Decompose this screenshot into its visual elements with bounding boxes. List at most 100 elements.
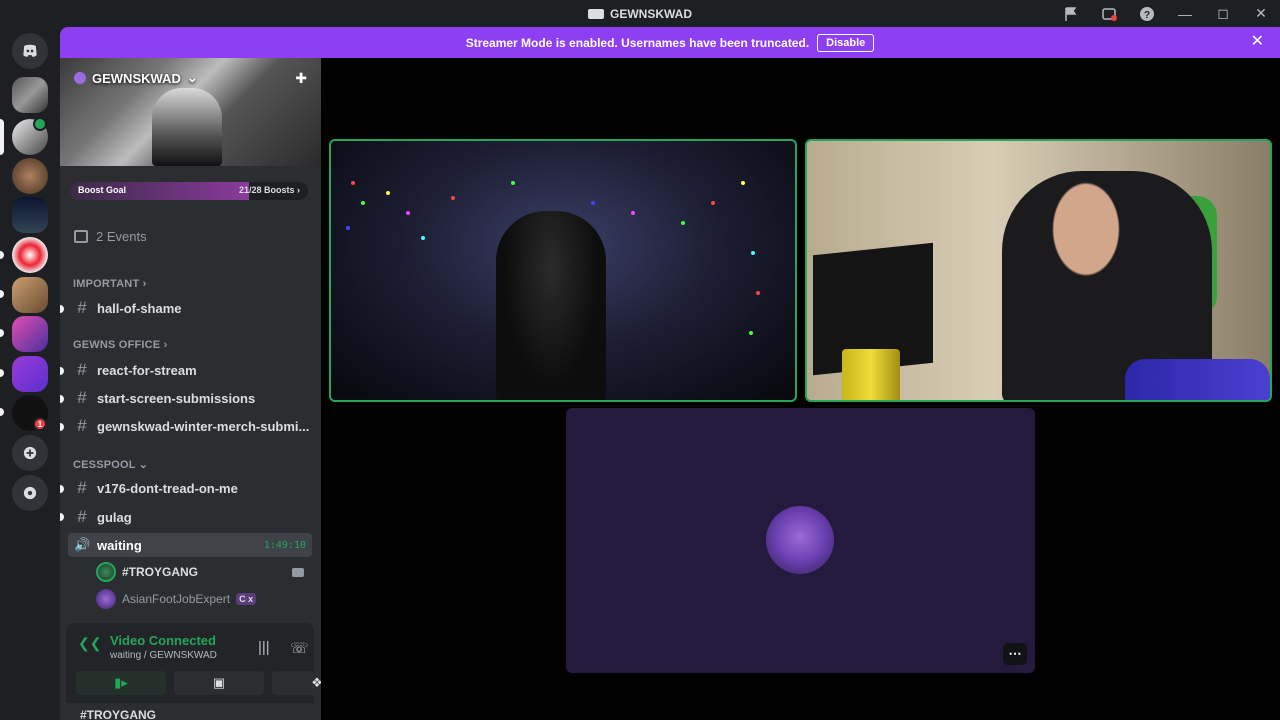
unread-indicator (60, 513, 64, 521)
events-item[interactable]: 2 Events (74, 229, 147, 244)
boost-goal-bar[interactable]: Boost Goal 21/28 Boosts › (70, 182, 308, 200)
channel-start-screen-submissions[interactable]: # start-screen-submissions (68, 386, 312, 410)
drink-can (1125, 359, 1270, 400)
banner-image (152, 88, 222, 166)
disconnect-icon[interactable]: ☏ (290, 639, 309, 657)
camera-icon (292, 568, 304, 577)
unread-indicator (60, 395, 64, 403)
server-logo-icon (588, 8, 604, 19)
unread-indicator (0, 329, 4, 337)
discover-icon[interactable] (12, 475, 48, 511)
voice-timer: 1:49:10 (263, 539, 306, 551)
server-name[interactable]: GEWNSKWAD ⌄ (74, 70, 198, 86)
channel-label: hall-of-shame (97, 300, 182, 316)
svg-text:?: ? (1144, 10, 1150, 21)
server-icon-face[interactable] (12, 158, 48, 194)
streamer-mode-message: Streamer Mode is enabled. Usernames have… (465, 35, 810, 50)
server-name-text: GEWNSKWAD (92, 70, 181, 86)
unread-indicator (0, 251, 4, 259)
video-tile-user-2[interactable] (805, 139, 1272, 402)
category-important[interactable]: IMPORTANT › (73, 278, 147, 290)
voice-actions: ▮▸ ▣ ❖ (76, 671, 321, 695)
text-channel-icon: # (77, 416, 87, 435)
channel-v176[interactable]: # v176-dont-tread-on-me (68, 476, 312, 500)
channel-label: gewnskwad-winter-merch-submi... (97, 418, 310, 434)
user-panel-name[interactable]: #TROYGANG (80, 708, 156, 720)
text-channel-icon: # (77, 507, 87, 526)
server-list: 1 (0, 27, 60, 720)
channel-label: start-screen-submissions (97, 390, 256, 406)
video-stage: ⋯ (321, 58, 1280, 720)
noise-suppression-icon[interactable]: ||| (258, 639, 270, 656)
voice-user[interactable]: AsianFootJobExpert C x (96, 588, 257, 610)
unread-indicator (60, 367, 64, 375)
add-server-icon[interactable] (12, 435, 48, 471)
close-icon[interactable]: ✕ (1251, 34, 1264, 50)
disable-button[interactable]: Disable (817, 33, 875, 52)
minimize-icon[interactable]: — (1166, 0, 1204, 27)
invite-icon[interactable]: ✚ (295, 70, 307, 87)
unread-indicator (60, 485, 64, 493)
calendar-icon (74, 230, 88, 243)
avatar (766, 506, 834, 574)
inbox-icon[interactable] (1090, 0, 1128, 27)
activities-button[interactable]: ❖ (272, 671, 321, 695)
channel-hall-of-shame[interactable]: # hall-of-shame (68, 296, 312, 320)
category-cesspool[interactable]: CESSPOOL ⌄ (73, 458, 148, 471)
text-channel-icon: # (77, 478, 87, 497)
unread-indicator (0, 290, 4, 298)
channel-react-for-stream[interactable]: # react-for-stream (68, 358, 312, 382)
voice-user[interactable]: #TROYGANG (96, 561, 304, 583)
server-badge-icon (74, 72, 86, 84)
discord-window: GEWNSKWAD ? — ◻ ✕ 1 Streamer Mode is ena… (0, 0, 1280, 720)
maximize-icon[interactable]: ◻ (1204, 0, 1242, 27)
server-icon-cars[interactable] (12, 77, 48, 113)
discord-home-icon[interactable] (12, 33, 48, 69)
server-icon-mushroom[interactable] (12, 237, 48, 273)
camera-icon: ▮▸ (114, 675, 128, 690)
voice-user-name: AsianFootJobExpert (122, 592, 231, 606)
boost-count: 21/28 Boosts › (238, 185, 300, 195)
speaker-icon: 🔊 (74, 537, 91, 552)
signal-icon: ❮❮ (78, 635, 102, 651)
server-icon-andii[interactable] (12, 356, 48, 392)
channel-label: v176-dont-tread-on-me (97, 480, 238, 496)
flag-icon[interactable] (1052, 0, 1090, 27)
streamer-mode-banner: Streamer Mode is enabled. Usernames have… (60, 27, 1280, 58)
activities-icon: ❖ (311, 675, 321, 690)
unread-indicator (0, 369, 4, 377)
voice-status[interactable]: Video Connected (110, 633, 216, 648)
voice-location[interactable]: waiting / GEWNSKWAD (110, 650, 217, 661)
voice-user-name: #TROYGANG (122, 565, 199, 579)
channel-sidebar: GEWNSKWAD ⌄ ✚ Boost Goal 21/28 Boosts › … (60, 58, 321, 720)
server-icon-cartoon[interactable] (12, 277, 48, 313)
channel-merch-submissions[interactable]: # gewnskwad-winter-merch-submi... (68, 414, 312, 438)
camera-button[interactable]: ▮▸ (76, 671, 166, 695)
selected-server-indicator (0, 119, 4, 155)
text-channel-icon: # (77, 298, 87, 317)
window-controls: ? — ◻ ✕ (1052, 0, 1280, 27)
server-icon-car[interactable] (12, 197, 48, 233)
avatar (96, 562, 116, 582)
user-tag: C x (236, 593, 257, 605)
video-tile-user-1[interactable] (329, 139, 797, 402)
close-window-icon[interactable]: ✕ (1242, 0, 1280, 27)
server-banner[interactable]: GEWNSKWAD ⌄ ✚ (60, 58, 321, 166)
help-icon[interactable]: ? (1128, 0, 1166, 27)
live-badge-icon (33, 117, 47, 131)
server-icon-pink[interactable] (12, 316, 48, 352)
screenshare-button[interactable]: ▣ (174, 671, 264, 695)
voice-channel-waiting[interactable]: 🔊 waiting 1:49:10 (68, 533, 312, 557)
category-gewns-office[interactable]: GEWNS OFFICE › (73, 339, 167, 351)
window-title: GEWNSKWAD (588, 7, 692, 21)
chevron-down-icon: ⌄ (186, 70, 198, 85)
channel-label: waiting (97, 537, 142, 553)
voice-connection-panel: ❮❮ Video Connected waiting / GEWNSKWAD |… (66, 623, 321, 703)
audio-tile-user-3[interactable]: ⋯ (566, 408, 1035, 673)
more-options-icon[interactable]: ⋯ (1003, 643, 1027, 665)
window-title-text: GEWNSKWAD (610, 6, 692, 21)
events-label: 2 Events (96, 229, 147, 244)
channel-gulag[interactable]: # gulag (68, 505, 312, 529)
unread-indicator (60, 423, 64, 431)
text-channel-icon: # (77, 360, 87, 379)
